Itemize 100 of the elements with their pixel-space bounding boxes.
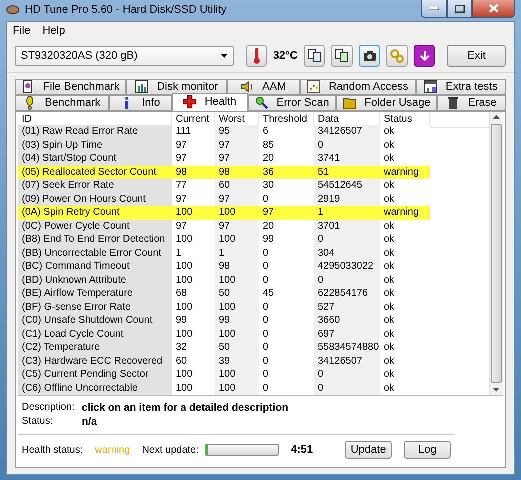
table-cell: 97 xyxy=(215,220,259,233)
table-cell: 697 xyxy=(314,328,380,341)
tab[interactable]: File Benchmark xyxy=(15,78,126,94)
table-cell: (C2) Temperature xyxy=(18,341,172,354)
table-cell: (05) Reallocated Sector Count xyxy=(18,166,172,179)
table-cell: 1 xyxy=(215,246,259,260)
table-cell: 34126507 xyxy=(314,354,380,368)
table-cell: (C3) Hardware ECC Recovered xyxy=(18,354,172,368)
copy-icon xyxy=(335,48,350,62)
table-cell: warning xyxy=(380,166,430,179)
table-cell: 97 xyxy=(259,206,314,220)
table-cell: 304 xyxy=(314,246,380,260)
table-cell: (03) Spin Up Time xyxy=(18,138,172,152)
table-cell: 3660 xyxy=(314,314,380,328)
thermometer-icon xyxy=(254,48,260,64)
tab[interactable]: Disk monitor xyxy=(126,78,228,94)
table-cell: (09) Power On Hours Count xyxy=(18,192,172,206)
health-status-value: warning xyxy=(95,444,130,456)
log-button[interactable]: Log xyxy=(404,441,451,459)
exit-button[interactable]: Exit xyxy=(447,44,506,66)
table-cell: 0 xyxy=(314,138,380,152)
tab[interactable]: Extra tests xyxy=(416,78,506,94)
table-cell: (0C) Power Cycle Count xyxy=(18,220,172,233)
health-status-label: Health status: xyxy=(22,444,84,456)
table-cell: 100 xyxy=(215,233,259,246)
medical-cross-icon xyxy=(182,95,197,109)
table-cell: (BD) Unknown Attribute xyxy=(18,274,172,287)
tab[interactable]: Info xyxy=(108,94,172,110)
table-cell: (04) Start/Stop Count xyxy=(18,152,172,166)
bar-chart-icon xyxy=(135,80,150,94)
trash-icon xyxy=(446,96,460,110)
table-cell: (C6) Offline Uncorrectable xyxy=(18,382,172,395)
table-cell: 97 xyxy=(215,152,259,166)
table-cell: (B8) End To End Error Detection xyxy=(18,233,172,246)
tab[interactable]: AAM xyxy=(227,78,300,94)
tab[interactable]: Health xyxy=(172,92,248,110)
table-cell: 527 xyxy=(314,300,380,314)
status-text: n/a xyxy=(82,416,98,428)
down-arrow-icon xyxy=(418,50,431,62)
table-cell: 39 xyxy=(215,354,259,368)
table-cell: 0 xyxy=(314,382,380,395)
table-cell: 0 xyxy=(314,368,380,382)
copy-chart-button[interactable] xyxy=(331,44,353,66)
menu-item[interactable]: File xyxy=(13,24,31,36)
table-cell: 622854176 xyxy=(314,287,380,300)
menu-item[interactable]: Help xyxy=(42,24,66,36)
temperature-reading: 32°C xyxy=(273,50,298,62)
update-button[interactable]: Update xyxy=(345,441,392,459)
table-cell: 1 xyxy=(314,206,380,220)
table-cell: (BC) Command Timeout xyxy=(18,260,172,274)
table-cell: 99 xyxy=(215,314,259,328)
table-cell: 100 xyxy=(215,382,259,395)
search-icon xyxy=(254,96,269,110)
table-cell: 98 xyxy=(172,166,215,179)
table-cell: 0 xyxy=(314,274,380,287)
table-cell: 100 xyxy=(215,274,259,287)
maximize-icon xyxy=(454,4,464,12)
table-cell: 97 xyxy=(215,138,259,152)
description-text: click on an item for a detailed description xyxy=(82,402,290,414)
close-button[interactable] xyxy=(472,0,515,18)
table-cell: 34126507 xyxy=(314,125,380,138)
camera-button[interactable] xyxy=(358,44,380,66)
table-cell: 100 xyxy=(215,328,259,341)
drive-dropdown[interactable]: ST9320320AS (320 gB) xyxy=(15,46,234,66)
tab[interactable]: Error Scan xyxy=(248,94,336,110)
description-label: Description: xyxy=(22,402,76,414)
table-cell: 55834574880 xyxy=(314,341,380,354)
table-cell: (0A) Spin Retry Count xyxy=(18,206,172,220)
table-cell: 3701 xyxy=(314,220,380,233)
table-cell: 97 xyxy=(215,192,259,206)
table-cell: 98 xyxy=(215,260,259,274)
table-cell: 0 xyxy=(314,233,380,246)
maximize-button[interactable] xyxy=(447,0,472,18)
table-cell: 2919 xyxy=(314,192,380,206)
copy-button[interactable] xyxy=(304,44,326,66)
tab[interactable]: Erase xyxy=(436,94,506,110)
table-cell: 60 xyxy=(215,179,259,192)
table-cell: (01) Raw Read Error Rate xyxy=(18,125,172,138)
scrollbar-thumb[interactable] xyxy=(491,124,502,383)
table-cell: 4295033022 xyxy=(314,260,380,274)
table-cell: 50 xyxy=(215,341,259,354)
table-cell: 100 xyxy=(215,206,259,220)
tab[interactable]: Folder Usage xyxy=(336,94,437,110)
download-button[interactable] xyxy=(414,44,436,66)
tab[interactable]: Random Access xyxy=(300,78,416,94)
table-cell: (BB) Uncorrectable Error Count xyxy=(18,246,172,260)
document-icon xyxy=(21,80,36,94)
countdown: 4:51 xyxy=(291,444,314,456)
tab[interactable]: Benchmark xyxy=(15,94,109,110)
table-cell: (BF) G-sense Error Rate xyxy=(18,300,172,314)
table-cell: (07) Seek Error Rate xyxy=(18,179,172,192)
table-cell: (BE) Airflow Temperature xyxy=(18,287,172,300)
table-cell: 51 xyxy=(314,166,380,179)
disk-icon xyxy=(6,3,20,18)
caret-icon xyxy=(220,54,228,58)
table-cell: 50 xyxy=(215,287,259,300)
minimize-icon xyxy=(430,7,438,10)
thermometer-button[interactable] xyxy=(246,44,268,66)
minimize-button[interactable] xyxy=(421,0,447,18)
camera-icon xyxy=(362,50,377,62)
